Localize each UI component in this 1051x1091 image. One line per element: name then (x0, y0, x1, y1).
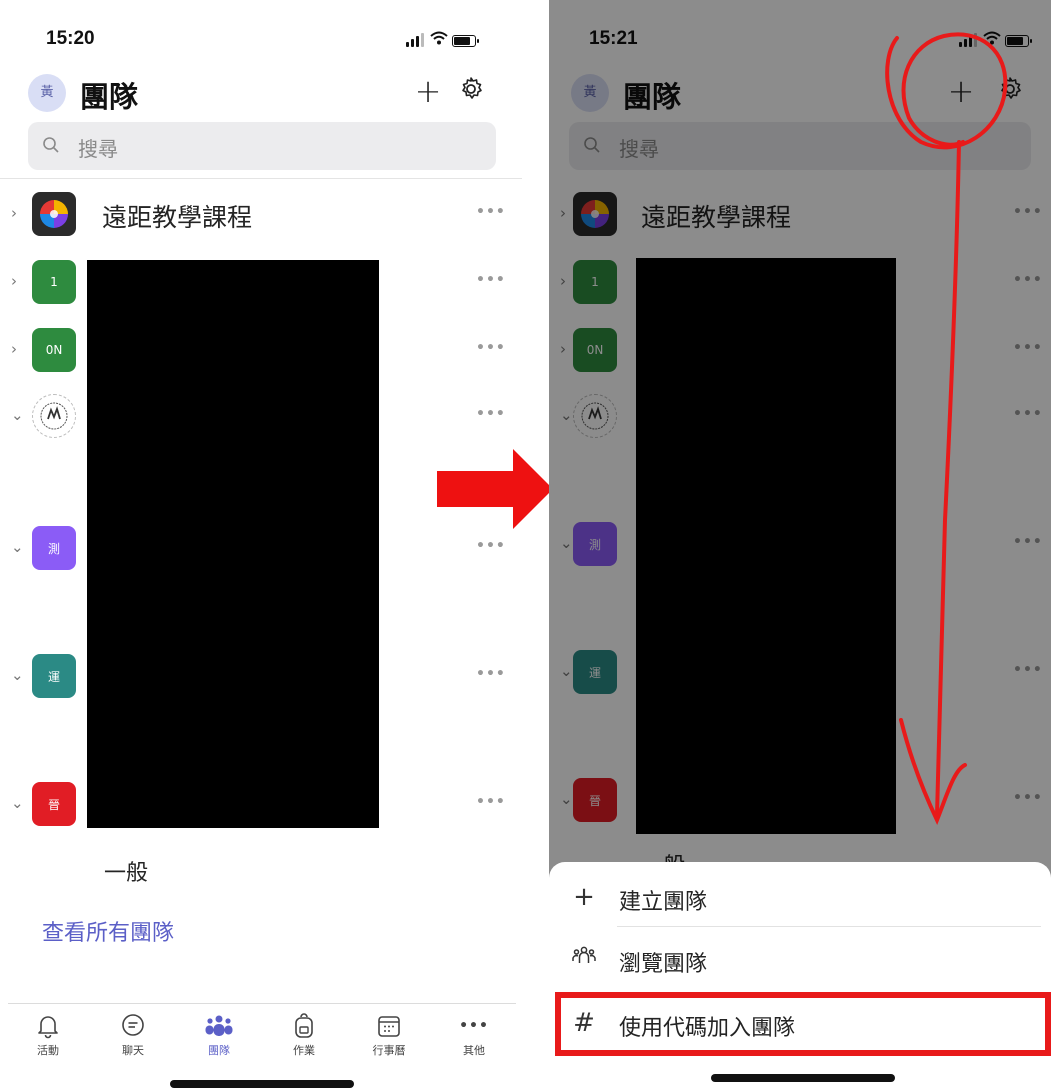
cellular-signal-icon (406, 33, 424, 47)
chevron-down-icon: ⌄ (11, 666, 24, 684)
backpack-icon (276, 1012, 332, 1040)
more-options-icon[interactable]: ••• (476, 406, 506, 422)
chevron-right-icon: › (11, 272, 17, 290)
home-indicator (170, 1080, 354, 1088)
more-options-icon[interactable]: ••• (476, 340, 506, 356)
tabbar-divider (8, 1003, 516, 1004)
annotation-highlight-box (555, 992, 1051, 1056)
home-indicator (711, 1074, 895, 1082)
chevron-down-icon: ⌄ (11, 794, 24, 812)
tab-label: 聊天 (122, 1044, 144, 1057)
team-tile: 運 (32, 654, 76, 698)
team-tile: 1 (32, 260, 76, 304)
tab-label: 其他 (463, 1044, 485, 1057)
app-header: 黃 團隊 + (0, 72, 522, 118)
calendar-icon (361, 1012, 417, 1040)
gear-icon[interactable] (458, 76, 488, 108)
battery-icon (452, 35, 479, 47)
more-options-icon[interactable]: ••• (476, 538, 506, 554)
chevron-down-icon: ⌄ (11, 406, 24, 424)
menu-label: 建立團隊 (619, 890, 708, 915)
tab-calendar[interactable]: 行事曆 (361, 1012, 417, 1058)
divider (0, 178, 522, 179)
arrow-right-icon (437, 449, 553, 529)
create-team-item[interactable]: + 建立團隊 (549, 868, 1051, 930)
more-icon: ••• (459, 1018, 489, 1034)
redaction-block (87, 260, 379, 828)
action-sheet: + 建立團隊 瀏覽團隊 # 使用代碼加入團隊 (549, 862, 1051, 1091)
people-icon (571, 944, 597, 974)
team-tile: 0N (32, 328, 76, 372)
tab-more[interactable]: ••• 其他 (446, 1012, 502, 1058)
tab-label: 團隊 (208, 1044, 230, 1057)
channel-general[interactable]: 一般 (104, 855, 148, 887)
tab-label: 作業 (293, 1044, 315, 1057)
color-wheel-icon (40, 200, 68, 228)
menu-divider (617, 926, 1041, 927)
teams-icon (191, 1012, 247, 1040)
tab-label: 行事曆 (372, 1044, 406, 1057)
browse-teams-item[interactable]: 瀏覽團隊 (549, 930, 1051, 992)
teams-screen-after: 15:21 黃 團隊 + 搜尋 › 遠距教學課程 ••• › 1 ••• › 0… (549, 0, 1051, 1091)
status-time: 15:20 (46, 28, 95, 49)
teams-screen-before: 15:20 黃 團隊 + 搜尋 › 遠距教學課程 ••• › 1 ••• › 0… (0, 0, 522, 1091)
more-options-icon[interactable]: ••• (476, 666, 506, 682)
tab-chat[interactable]: 聊天 (105, 1012, 161, 1058)
search-input[interactable]: 搜尋 (28, 122, 496, 170)
more-options-icon[interactable]: ••• (476, 794, 506, 810)
seal-icon (32, 394, 76, 438)
team-row[interactable]: › 遠距教學課程 ••• (0, 190, 522, 240)
plus-icon: + (573, 882, 595, 912)
bell-icon (20, 1012, 76, 1040)
avatar[interactable]: 黃 (28, 74, 66, 112)
team-tile: 晉 (32, 782, 76, 826)
status-bar: 15:20 (0, 28, 522, 52)
tab-assignments[interactable]: 作業 (276, 1012, 332, 1058)
chevron-right-icon: › (11, 204, 17, 222)
system-icons (406, 31, 479, 47)
chevron-right-icon: › (11, 340, 17, 358)
wifi-icon (430, 31, 448, 47)
team-tile (32, 192, 76, 236)
see-all-teams-link[interactable]: 查看所有團隊 (42, 915, 174, 947)
chevron-down-icon: ⌄ (11, 538, 24, 556)
more-options-icon[interactable]: ••• (476, 204, 506, 220)
more-options-icon[interactable]: ••• (476, 272, 506, 288)
menu-label: 瀏覽團隊 (619, 952, 708, 977)
tab-activity[interactable]: 活動 (20, 1012, 76, 1058)
tab-label: 活動 (37, 1044, 59, 1057)
chat-icon (105, 1012, 161, 1040)
search-placeholder: 搜尋 (78, 137, 118, 161)
search-icon (43, 137, 59, 153)
team-tile: 測 (32, 526, 76, 570)
add-team-button[interactable]: + (413, 72, 443, 112)
team-name: 遠距教學課程 (102, 203, 253, 232)
page-title: 團隊 (80, 80, 139, 114)
tab-teams[interactable]: 團隊 (191, 1012, 247, 1058)
